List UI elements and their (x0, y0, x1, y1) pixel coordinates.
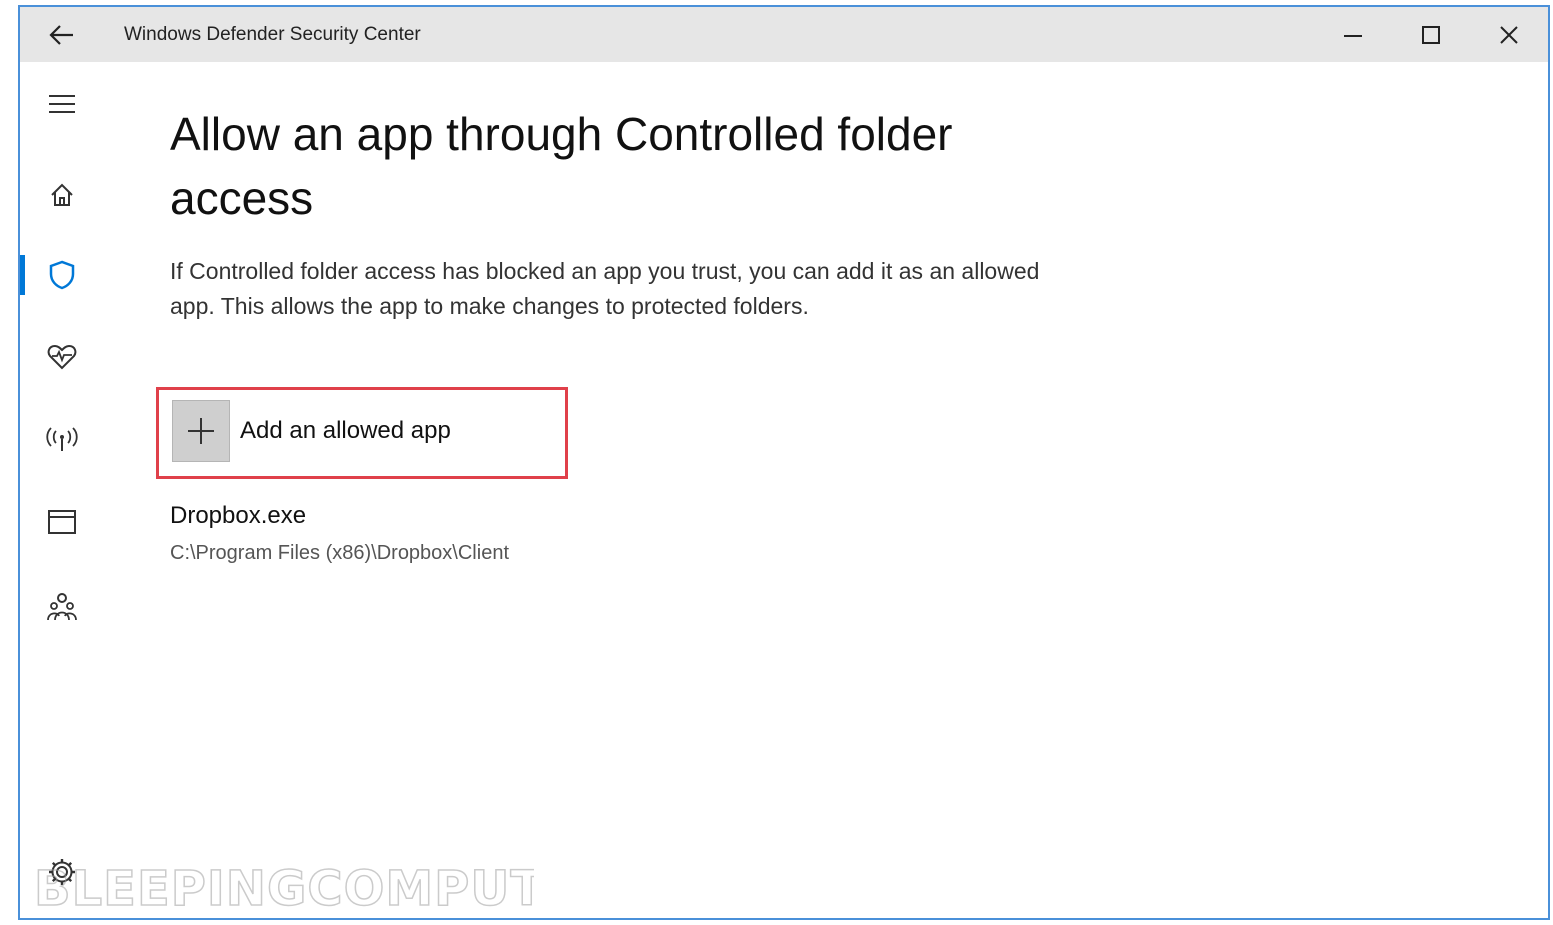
minimize-button[interactable] (1314, 7, 1392, 62)
main-content: Allow an app through Controlled folder a… (156, 62, 1548, 918)
watermark-logo: BLEEPINGCOMPUTER (33, 860, 615, 918)
page-description: If Controlled folder access has blocked … (170, 258, 1040, 319)
sidebar-item-device-health[interactable] (20, 327, 104, 387)
navigation-sidebar (20, 62, 104, 918)
network-antenna-icon (46, 427, 78, 451)
app-browser-icon (48, 510, 76, 534)
back-button[interactable] (20, 7, 104, 62)
hamburger-menu-icon (49, 95, 75, 113)
home-icon (51, 183, 73, 206)
page-title: Allow an app through Controlled folder a… (170, 108, 953, 224)
sidebar-item-app-browser[interactable] (20, 492, 104, 552)
add-button-label: Add an allowed app (240, 417, 451, 444)
allowed-app-path: C:\Program Files (x86)\Dropbox\Client (170, 542, 509, 564)
plus-icon (188, 418, 214, 444)
close-icon (1500, 25, 1518, 44)
maximize-button[interactable] (1392, 7, 1470, 62)
sidebar-item-firewall-network[interactable] (20, 409, 104, 469)
add-allowed-app-button[interactable]: Add an allowed app (172, 400, 451, 462)
back-arrow-icon (49, 24, 73, 45)
close-button[interactable] (1470, 7, 1548, 62)
sidebar-item-virus-protection[interactable] (20, 245, 104, 305)
svg-text:BLEEPINGCOMPUTER: BLEEPINGCOMPUTER (34, 861, 534, 915)
app-window: Windows Defender Security Center Allow a… (18, 5, 1550, 920)
shield-icon (49, 260, 75, 290)
window-controls (1314, 7, 1548, 62)
sidebar-item-home[interactable] (20, 165, 104, 225)
add-button-plus-tile (172, 400, 230, 462)
watermark: BLEEPINGCOMPUTER (33, 859, 615, 918)
window-title: Windows Defender Security Center (124, 23, 421, 45)
hamburger-menu-button[interactable] (20, 74, 104, 134)
title-bar: Windows Defender Security Center (20, 7, 1548, 62)
heart-health-icon (47, 344, 77, 370)
maximize-icon (1422, 25, 1440, 44)
sidebar-item-family-options[interactable] (20, 577, 104, 637)
allowed-app-name[interactable]: Dropbox.exe (170, 502, 306, 530)
family-icon (47, 593, 77, 621)
minimize-icon (1344, 34, 1362, 37)
